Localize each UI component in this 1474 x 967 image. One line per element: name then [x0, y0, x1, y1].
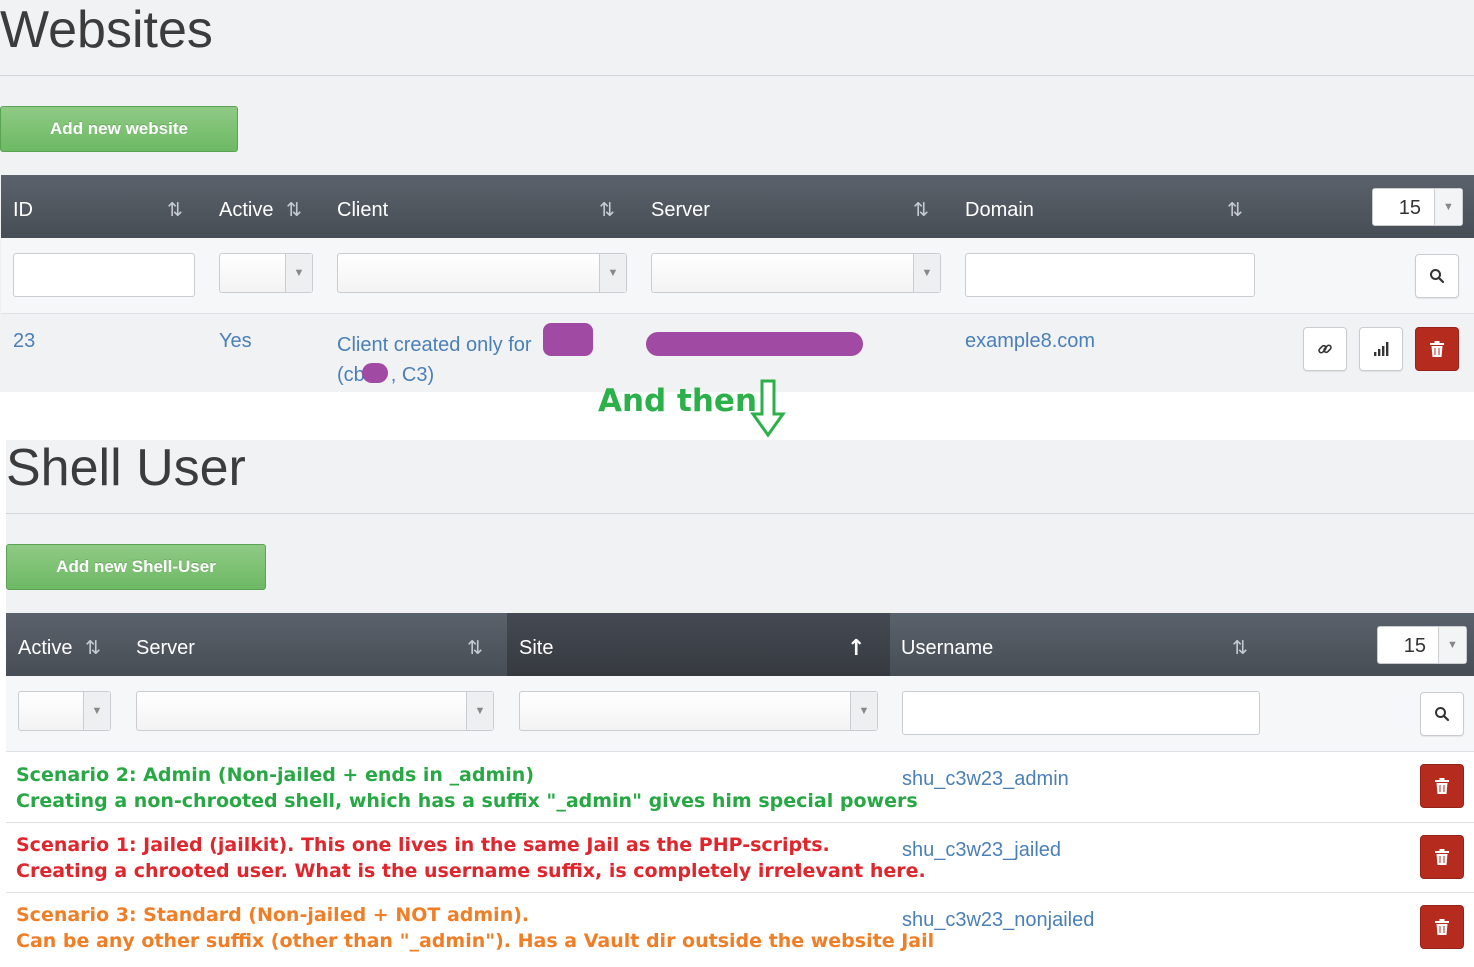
- id-filter-input[interactable]: [13, 253, 195, 297]
- delete-button[interactable]: [1420, 764, 1464, 808]
- sort-icon[interactable]: ⇅: [913, 175, 929, 246]
- page-title: Shell User: [6, 439, 246, 497]
- column-header-server[interactable]: Server: [651, 175, 941, 238]
- scenario-note: Scenario 3: Standard (Non-jailed + NOT a…: [16, 902, 934, 954]
- sort-icon[interactable]: ⇅: [85, 613, 101, 684]
- column-label: Active: [18, 637, 73, 659]
- sort-ascending-icon[interactable]: ↑: [847, 613, 865, 684]
- table-row: Scenario 2: Admin (Non-jailed + ends in …: [6, 752, 1474, 822]
- add-shell-user-button[interactable]: Add new Shell-User: [6, 544, 266, 590]
- scenario-note: Scenario 2: Admin (Non-jailed + ends in …: [16, 762, 918, 814]
- column-header-username[interactable]: Username: [901, 613, 1241, 676]
- page-size-value: 15: [1403, 635, 1426, 657]
- client-text: Client created only for: [337, 334, 532, 356]
- redaction-mark: [543, 323, 593, 356]
- username-filter-input[interactable]: [902, 691, 1260, 735]
- trash-icon: [1435, 849, 1449, 865]
- note-line: Scenario 3: Standard (Non-jailed + NOT a…: [16, 904, 530, 926]
- chevron-down-icon: ▼: [599, 254, 626, 292]
- column-header-id[interactable]: ID: [13, 175, 193, 238]
- search-icon: [1430, 269, 1445, 284]
- add-website-button[interactable]: Add new website: [0, 106, 238, 152]
- client-filter-select[interactable]: ▼: [337, 253, 627, 293]
- column-header-active[interactable]: Active: [219, 175, 319, 238]
- column-label: Server: [136, 637, 195, 659]
- search-button[interactable]: [1415, 254, 1459, 298]
- table-row: Scenario 1: Jailed (jailkit). This one l…: [6, 823, 1474, 892]
- redaction-mark: [646, 332, 863, 356]
- page-size-value: 15: [1398, 197, 1421, 219]
- page-title: Websites: [0, 1, 213, 59]
- username-link[interactable]: shu_c3w23_jailed: [902, 839, 1061, 862]
- link-button[interactable]: [1303, 327, 1347, 371]
- column-label: Active: [219, 199, 274, 221]
- column-label: Domain: [965, 199, 1034, 221]
- note-line: Can be any other suffix (other than "_ad…: [16, 930, 935, 952]
- note-line: Scenario 1: Jailed (jailkit). This one l…: [16, 834, 830, 856]
- delete-button[interactable]: [1420, 905, 1464, 949]
- divider: [6, 513, 1474, 514]
- sort-icon[interactable]: ⇅: [599, 175, 615, 246]
- client-text: (cb: [337, 364, 365, 386]
- server-filter-select[interactable]: ▼: [136, 691, 494, 731]
- column-header-domain[interactable]: Domain: [965, 175, 1255, 238]
- chevron-down-icon: ▼: [913, 254, 940, 292]
- page-size-select[interactable]: 15 ▼: [1372, 188, 1463, 226]
- websites-table-header: ID ⇅ Active ⇅ Client ⇅ Server ⇅ Domain ⇅…: [1, 175, 1474, 238]
- sort-icon[interactable]: ⇅: [1232, 613, 1248, 684]
- scenario-note: Scenario 1: Jailed (jailkit). This one l…: [16, 832, 926, 884]
- website-active-value: Yes: [219, 330, 252, 352]
- table-row: Scenario 3: Standard (Non-jailed + NOT a…: [6, 893, 1474, 963]
- divider: [0, 75, 1474, 76]
- chevron-down-icon: ▼: [1434, 189, 1462, 225]
- column-label: Username: [901, 637, 994, 659]
- transition-annotation: And then: [598, 383, 758, 419]
- bar-chart-icon: [1374, 342, 1389, 356]
- note-line: Creating a chrooted user. What is the us…: [16, 860, 926, 882]
- search-button[interactable]: [1420, 692, 1464, 736]
- trash-icon: [1435, 778, 1449, 794]
- column-header-active[interactable]: Active: [18, 613, 118, 676]
- down-arrow-icon: [750, 379, 786, 438]
- sort-icon[interactable]: ⇅: [1227, 175, 1243, 246]
- username-link[interactable]: shu_c3w23_nonjailed: [902, 909, 1094, 932]
- column-label: Client: [337, 199, 389, 221]
- page-size-select[interactable]: 15 ▼: [1377, 626, 1467, 664]
- chevron-down-icon: ▼: [285, 254, 312, 292]
- column-header-site[interactable]: Site: [507, 613, 890, 676]
- trash-icon: [1435, 919, 1449, 935]
- sort-icon[interactable]: ⇅: [286, 175, 302, 246]
- active-filter-select[interactable]: ▼: [219, 253, 313, 293]
- note-line: Scenario 2: Admin (Non-jailed + ends in …: [16, 764, 535, 786]
- sort-icon[interactable]: ⇅: [167, 175, 183, 246]
- domain-filter-input[interactable]: [965, 253, 1255, 297]
- server-filter-select[interactable]: ▼: [651, 253, 941, 293]
- client-text: , C3): [390, 364, 435, 386]
- active-filter-select[interactable]: ▼: [18, 691, 111, 731]
- chevron-down-icon: ▼: [1438, 627, 1466, 663]
- column-label: Server: [651, 199, 710, 221]
- chevron-down-icon: ▼: [850, 692, 877, 730]
- sort-icon[interactable]: ⇅: [467, 613, 483, 684]
- trash-icon: [1430, 341, 1444, 357]
- site-filter-select[interactable]: ▼: [519, 691, 878, 731]
- website-domain-link[interactable]: example8.com: [965, 330, 1095, 353]
- username-link[interactable]: shu_c3w23_admin: [902, 768, 1069, 791]
- delete-button[interactable]: [1415, 327, 1459, 371]
- chevron-down-icon: ▼: [83, 692, 110, 730]
- search-icon: [1435, 707, 1450, 722]
- column-header-client[interactable]: Client: [337, 175, 627, 238]
- chevron-down-icon: ▼: [466, 692, 493, 730]
- note-line: Creating a non-chrooted shell, which has…: [16, 790, 918, 812]
- website-id-link[interactable]: 23: [13, 330, 35, 353]
- column-label: Site: [519, 637, 554, 659]
- column-header-server[interactable]: Server: [136, 613, 476, 676]
- link-icon: [1318, 344, 1332, 354]
- delete-button[interactable]: [1420, 835, 1464, 879]
- column-label: ID: [13, 199, 33, 221]
- shell-users-table-header: Active ⇅ Server ⇅ Site ↑ Username ⇅ 15 ▼: [6, 613, 1474, 676]
- redaction-mark: [362, 363, 388, 383]
- statistics-button[interactable]: [1359, 327, 1403, 371]
